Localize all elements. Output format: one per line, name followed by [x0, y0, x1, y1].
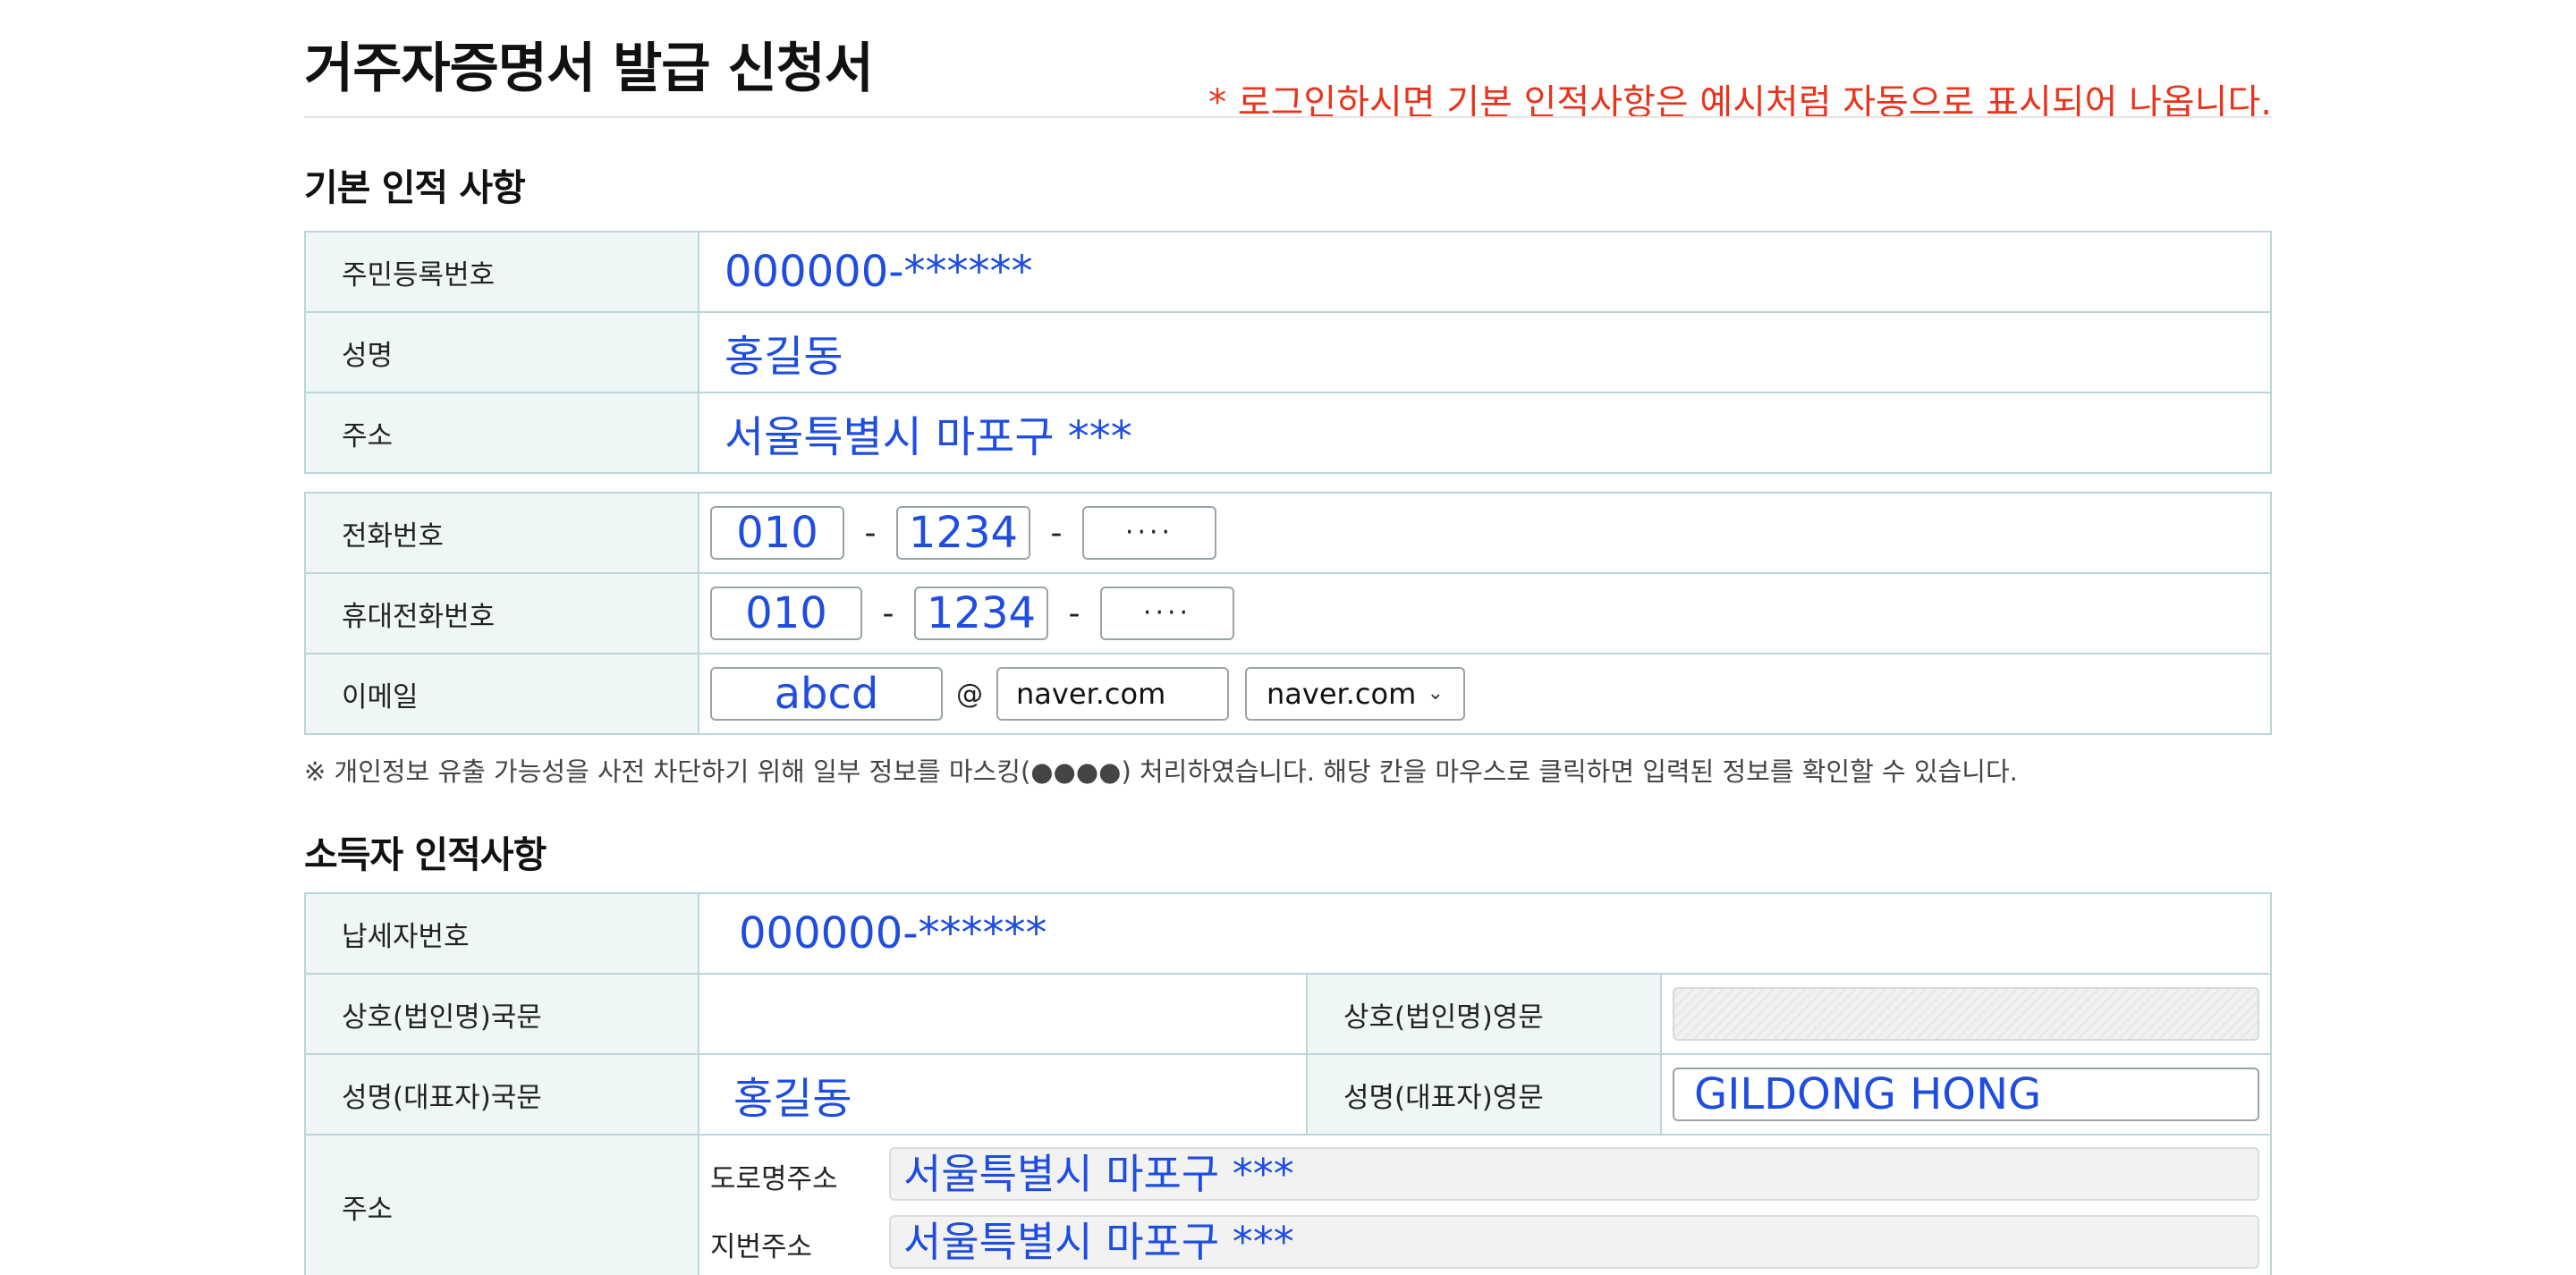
- road-address-label: 도로명주소: [710, 1163, 838, 1195]
- address-label: 주소: [304, 392, 699, 474]
- dash: -: [1050, 514, 1063, 552]
- company-en-input: [1673, 987, 2259, 1041]
- rep-en-label: 성명(대표자)영문: [1306, 1053, 1662, 1136]
- lot-address-input[interactable]: 서울특별시 마포구 ***: [889, 1215, 2259, 1269]
- email-domain-select[interactable]: naver.com ⌄: [1245, 667, 1465, 721]
- email-domain-select-value: naver.com: [1267, 677, 1417, 711]
- dash: -: [882, 595, 894, 632]
- taxpayer-value: 000000-******: [739, 908, 1047, 958]
- road-address-input[interactable]: 서울특별시 마포구 ***: [889, 1147, 2259, 1201]
- email-label: 이메일: [304, 653, 699, 735]
- email-id-input[interactable]: abcd: [710, 667, 943, 721]
- taxpayer-label: 납세자번호: [304, 892, 699, 975]
- phone-label: 전화번호: [304, 492, 699, 574]
- rrn-label: 주민등록번호: [304, 231, 699, 313]
- section-title-basic: 기본 인적 사항: [304, 166, 526, 209]
- contact-info-table: 전화번호 010-1234- ···· 휴대전화번호 010-1234- ···· …: [304, 492, 2272, 735]
- table-row: 납세자번호 000000-******: [304, 892, 2272, 975]
- page-title: 거주자증명서 발급 신청서: [304, 38, 874, 100]
- company-kr-label: 상호(법인명)국문: [304, 973, 699, 1055]
- income-address-label: 주소: [304, 1134, 699, 1275]
- rep-kr-label: 성명(대표자)국문: [304, 1053, 699, 1136]
- table-row: 주소 도로명주소 서울특별시 마포구 *** 지번주소 서울특별시 마포구 **…: [304, 1134, 2272, 1275]
- mobile-label: 휴대전화번호: [304, 572, 699, 654]
- address-value: 서울특별시 마포구 ***: [724, 412, 1132, 462]
- phone-part2-input[interactable]: 1234: [896, 506, 1030, 560]
- road-address-row: 도로명주소 서울특별시 마포구 ***: [710, 1138, 2270, 1206]
- table-row: 주민등록번호 000000-******: [304, 231, 2272, 313]
- dash: -: [864, 514, 877, 552]
- income-info-table: 납세자번호 000000-****** 상호(법인명)국문 상호(법인명)영문 …: [304, 892, 2272, 1275]
- lot-address-row: 지번주소 서울특별시 마포구 ***: [710, 1206, 2270, 1274]
- mobile-part2-input[interactable]: 1234: [914, 587, 1048, 640]
- mobile-part1-input[interactable]: 010: [710, 587, 862, 640]
- dash: -: [1068, 595, 1080, 632]
- phone-part1-input[interactable]: 010: [710, 506, 844, 560]
- table-row: 전화번호 010-1234- ····: [304, 492, 2272, 574]
- rrn-value: 000000-******: [724, 247, 1033, 297]
- name-value: 홍길동: [724, 332, 843, 382]
- rep-kr-value: 홍길동: [733, 1074, 852, 1124]
- email-domain-input[interactable]: naver.com: [996, 667, 1229, 721]
- table-row: 상호(법인명)국문 상호(법인명)영문: [304, 973, 2272, 1055]
- basic-info-table: 주민등록번호 000000-****** 성명 홍길동 주소 서울특별시 마포구…: [304, 231, 2272, 474]
- title-divider: [304, 116, 2272, 118]
- rep-en-input[interactable]: GILDONG HONG: [1673, 1068, 2259, 1121]
- chevron-down-icon: ⌄: [1427, 682, 1444, 705]
- section-title-income: 소득자 인적사항: [304, 833, 547, 876]
- name-label: 성명: [304, 311, 699, 393]
- lot-address-label: 지번주소: [710, 1231, 813, 1263]
- table-row: 휴대전화번호 010-1234- ····: [304, 572, 2272, 654]
- table-row: 이메일 abcd @ naver.com naver.com ⌄: [304, 653, 2272, 735]
- mobile-part3-input[interactable]: ····: [1100, 587, 1234, 640]
- at-sign: @: [956, 678, 983, 710]
- table-row: 성명(대표자)국문 홍길동 성명(대표자)영문 GILDONG HONG: [304, 1053, 2272, 1136]
- table-row: 주소 서울특별시 마포구 ***: [304, 392, 2272, 474]
- table-row: 성명 홍길동: [304, 311, 2272, 393]
- masking-footnote: ※ 개인정보 유출 가능성을 사전 차단하기 위해 일부 정보를 마스킹(●●●…: [304, 756, 2018, 787]
- phone-part3-input[interactable]: ····: [1082, 506, 1216, 560]
- company-en-label: 상호(법인명)영문: [1306, 973, 1662, 1055]
